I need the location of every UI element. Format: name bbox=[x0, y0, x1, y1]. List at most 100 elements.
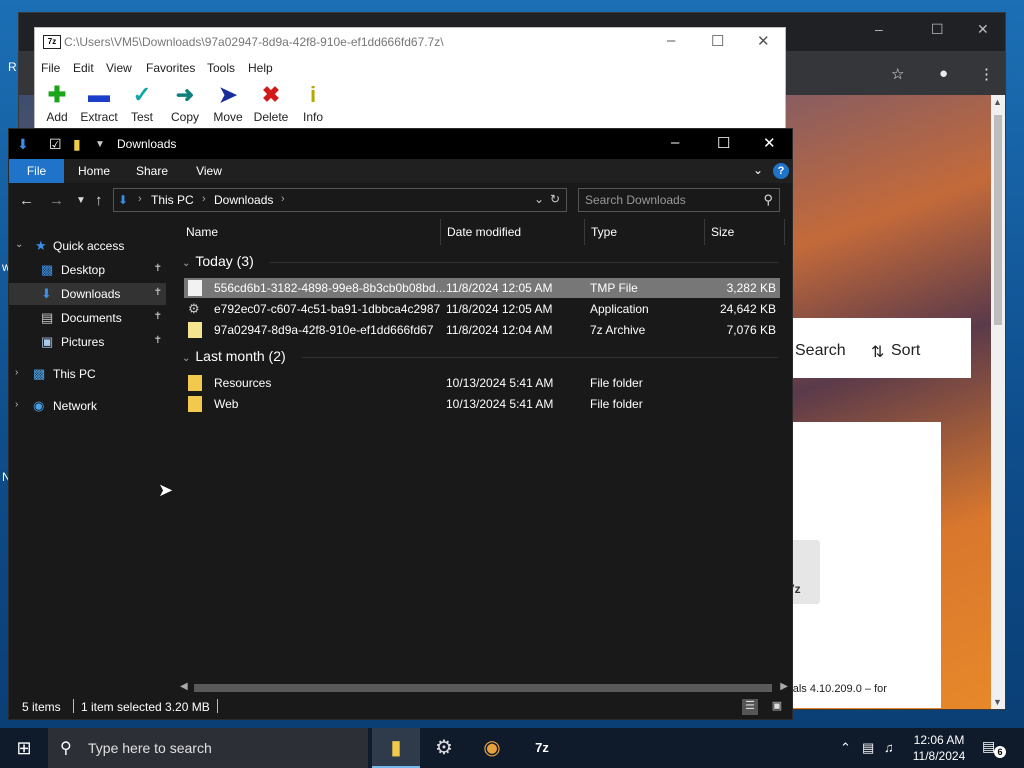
maximize-icon[interactable]: ☐ bbox=[717, 134, 730, 152]
menu-tools[interactable]: Tools bbox=[207, 61, 235, 75]
network-tray-icon[interactable]: ▤ bbox=[862, 740, 874, 756]
scroll-left-icon[interactable]: ◀ bbox=[180, 681, 188, 692]
minimize-icon[interactable]: – bbox=[875, 21, 883, 37]
file-row[interactable]: 556cd6b1-3182-4898-99e8-8b3cb0b08bd... 1… bbox=[184, 278, 780, 298]
copy-button[interactable]: ➜ Copy bbox=[163, 80, 207, 124]
7zip-taskbar-icon[interactable]: 7z bbox=[518, 728, 566, 768]
clock[interactable]: 12:06 AM 11/8/2024 bbox=[906, 732, 972, 764]
expand-ribbon-icon[interactable]: ⌄ bbox=[753, 163, 763, 177]
move-button[interactable]: ➤ Move bbox=[206, 80, 250, 124]
address-dropdown-icon[interactable]: ⌄ bbox=[534, 192, 544, 206]
column-divider[interactable] bbox=[584, 219, 585, 245]
minimize-icon[interactable]: – bbox=[667, 32, 675, 49]
tab-share[interactable]: Share bbox=[131, 159, 173, 183]
profile-icon[interactable]: ● bbox=[939, 65, 948, 82]
nav-item-desktop[interactable]: ▩ Desktop ✝ bbox=[9, 259, 166, 281]
pin-icon[interactable]: ✝ bbox=[154, 263, 162, 274]
chrome-taskbar-icon[interactable]: ◉ bbox=[468, 728, 516, 768]
breadcrumb-this-pc[interactable]: This PC bbox=[151, 193, 194, 207]
chrome-scrollbar[interactable]: ▲ ▼ bbox=[991, 95, 1005, 709]
menu-view[interactable]: View bbox=[106, 61, 132, 75]
delete-button[interactable]: ✖ Delete bbox=[249, 80, 293, 124]
menu-help[interactable]: Help bbox=[248, 61, 273, 75]
extract-button[interactable]: ▬ Extract bbox=[77, 80, 121, 124]
address-field[interactable]: ⬇ › This PC › Downloads › ⌄ ↻ bbox=[113, 188, 567, 212]
column-name[interactable]: Name bbox=[186, 225, 218, 239]
scroll-thumb[interactable] bbox=[994, 115, 1002, 325]
desktop-icon-label[interactable]: R bbox=[8, 60, 17, 74]
group-header-today[interactable]: ⌄ Today (3) bbox=[182, 253, 778, 269]
pin-icon[interactable]: ✝ bbox=[154, 335, 162, 346]
pin-icon[interactable]: ✝ bbox=[154, 311, 162, 322]
qat-dropdown-icon[interactable]: ▼ bbox=[95, 139, 105, 150]
sort-icon[interactable]: ⇅ bbox=[871, 342, 884, 362]
column-size[interactable]: Size bbox=[711, 225, 734, 239]
show-hidden-icons-icon[interactable]: ⌃ bbox=[840, 740, 851, 756]
column-divider[interactable] bbox=[440, 219, 441, 245]
close-icon[interactable]: ✕ bbox=[977, 21, 989, 38]
file-row[interactable]: ⚙ e792ec07-c607-4c51-ba91-1dbbca4c2987 1… bbox=[184, 299, 780, 319]
properties-icon[interactable]: ☑ bbox=[49, 136, 62, 153]
group-collapse-icon[interactable]: ⌄ bbox=[182, 258, 190, 269]
pin-icon[interactable]: ✝ bbox=[154, 287, 162, 298]
tab-home[interactable]: Home bbox=[71, 159, 117, 183]
bookmark-star-icon[interactable]: ☆ bbox=[891, 65, 904, 83]
column-divider[interactable] bbox=[784, 219, 785, 245]
collapsed-chevron-icon[interactable]: › bbox=[15, 367, 18, 378]
breadcrumb-separator-icon[interactable]: › bbox=[281, 193, 285, 205]
column-date-modified[interactable]: Date modified bbox=[447, 225, 521, 239]
taskbar-search-box[interactable]: ⚲ Type here to search bbox=[48, 728, 368, 768]
minimize-icon[interactable]: – bbox=[671, 134, 679, 151]
close-icon[interactable]: ✕ bbox=[763, 134, 776, 152]
breadcrumb-separator-icon[interactable]: › bbox=[202, 193, 206, 205]
maximize-icon[interactable]: ☐ bbox=[931, 21, 944, 38]
large-icons-view-icon[interactable]: ▣ bbox=[769, 699, 785, 715]
nav-item-network[interactable]: › ◉ Network bbox=[9, 395, 166, 417]
volume-icon[interactable]: ♫ bbox=[884, 740, 894, 755]
menu-file[interactable]: File bbox=[41, 61, 60, 75]
recent-locations-icon[interactable]: ▼ bbox=[76, 195, 86, 206]
expanded-chevron-icon[interactable]: ⌄ bbox=[15, 239, 23, 250]
test-button[interactable]: ✓ Test bbox=[120, 80, 164, 124]
search-input[interactable] bbox=[585, 193, 755, 207]
file-row[interactable]: 97a02947-8d9a-42f8-910e-ef1dd666fd67 11/… bbox=[184, 320, 780, 340]
chrome-menu-icon[interactable]: ⋮ bbox=[979, 65, 994, 83]
breadcrumb-downloads[interactable]: Downloads bbox=[214, 193, 273, 207]
page-search-button[interactable]: Search bbox=[795, 342, 846, 360]
nav-item-quick-access[interactable]: ⌄ ★ Quick access bbox=[9, 235, 166, 257]
file-row[interactable]: Resources 10/13/2024 5:41 AM File folder bbox=[184, 373, 780, 393]
page-sort-button[interactable]: Sort bbox=[891, 342, 920, 360]
help-icon[interactable]: ? bbox=[773, 163, 789, 179]
new-folder-icon[interactable]: ▮ bbox=[73, 136, 81, 153]
scroll-up-icon[interactable]: ▲ bbox=[993, 97, 1002, 107]
start-button[interactable]: ⊞ bbox=[0, 728, 48, 768]
breadcrumb-separator-icon[interactable]: › bbox=[138, 193, 142, 205]
nav-item-documents[interactable]: ▤ Documents ✝ bbox=[9, 307, 166, 329]
up-icon[interactable]: ↑ bbox=[95, 192, 103, 209]
column-divider[interactable] bbox=[704, 219, 705, 245]
tab-file[interactable]: File bbox=[9, 159, 64, 183]
nav-item-downloads[interactable]: ⬇ Downloads ✝ bbox=[9, 283, 166, 305]
back-icon[interactable]: ← bbox=[19, 192, 34, 209]
search-box[interactable]: ⚲ bbox=[578, 188, 780, 212]
forward-icon[interactable]: → bbox=[49, 192, 64, 209]
file-explorer-taskbar-icon[interactable]: ▮ bbox=[372, 728, 420, 768]
scroll-down-icon[interactable]: ▼ bbox=[993, 697, 1002, 707]
scroll-right-icon[interactable]: ▶ bbox=[780, 681, 788, 692]
group-header-last-month[interactable]: ⌄ Last month (2) bbox=[182, 348, 778, 364]
nav-item-pictures[interactable]: ▣ Pictures ✝ bbox=[9, 331, 166, 353]
menu-edit[interactable]: Edit bbox=[73, 61, 94, 75]
add-button[interactable]: ✚ Add bbox=[35, 80, 79, 124]
horizontal-scrollbar[interactable]: ◀ ▶ bbox=[174, 681, 792, 695]
menu-favorites[interactable]: Favorites bbox=[146, 61, 195, 75]
info-button[interactable]: i Info bbox=[291, 80, 335, 124]
details-view-icon[interactable]: ☰ bbox=[742, 699, 758, 715]
nav-item-this-pc[interactable]: › ▩ This PC bbox=[9, 363, 166, 385]
column-type[interactable]: Type bbox=[591, 225, 617, 239]
settings-taskbar-icon[interactable]: ⚙ bbox=[420, 728, 468, 768]
maximize-icon[interactable]: ☐ bbox=[711, 32, 724, 50]
group-collapse-icon[interactable]: ⌄ bbox=[182, 353, 190, 364]
close-icon[interactable]: ✕ bbox=[757, 32, 770, 50]
file-row[interactable]: Web 10/13/2024 5:41 AM File folder bbox=[184, 394, 780, 414]
search-icon[interactable]: ⚲ bbox=[763, 192, 773, 208]
